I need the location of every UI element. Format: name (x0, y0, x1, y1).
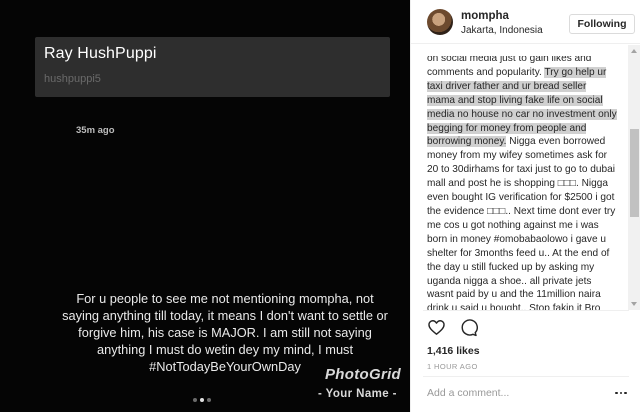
divider (423, 310, 629, 311)
caption-area[interactable]: on social media just to gain likes and c… (411, 45, 640, 310)
post-timestamp: 1 HOUR AGO (427, 362, 478, 371)
caption-clip-mask (427, 50, 617, 56)
caption-text: on social media just to gain likes and c… (427, 50, 617, 310)
avatar[interactable] (427, 9, 453, 35)
post-username[interactable]: mompha (461, 10, 509, 22)
carousel-indicator[interactable] (193, 398, 211, 402)
post-image[interactable]: Ray HushPuppi hushpuppi5 35m ago For u p… (0, 0, 410, 412)
watermark-brand: PhotoGrid (325, 366, 402, 383)
more-options-dot (615, 391, 618, 395)
following-button[interactable]: Following (569, 14, 635, 34)
story-timestamp: 35m ago (76, 125, 115, 136)
story-username: Ray HushPuppi (44, 45, 157, 62)
post-location[interactable]: Jakarta, Indonesia (461, 25, 543, 36)
carousel-dot[interactable] (200, 398, 204, 402)
more-options-icon[interactable] (613, 386, 629, 400)
story-handle: hushpuppi5 (44, 73, 101, 85)
post-header: mompha Jakarta, Indonesia Following (411, 0, 640, 44)
more-options-dot (624, 391, 627, 395)
caption-scrollbar[interactable] (628, 45, 640, 310)
likes-count[interactable]: 1,416 likes (427, 345, 480, 357)
story-text: For u people to see me not mentioning mo… (62, 291, 388, 374)
comment-icon[interactable] (459, 318, 478, 337)
heart-icon[interactable] (427, 318, 446, 337)
scroll-up-arrow-icon[interactable] (631, 49, 637, 53)
caption-text-part: Nigga even borrowed money from my wifey … (427, 136, 616, 310)
carousel-dot[interactable] (193, 398, 197, 402)
scroll-down-arrow-icon[interactable] (631, 302, 637, 306)
more-options-dot (619, 391, 623, 395)
story-header: Ray HushPuppi hushpuppi5 (35, 37, 390, 97)
divider (423, 376, 629, 377)
scroll-thumb[interactable] (630, 129, 639, 217)
action-bar (427, 318, 478, 337)
post-sidebar: mompha Jakarta, Indonesia Following on s… (410, 0, 640, 412)
comment-input[interactable] (427, 385, 607, 401)
watermark-name: - Your Name - (318, 388, 397, 400)
carousel-dot[interactable] (207, 398, 211, 402)
